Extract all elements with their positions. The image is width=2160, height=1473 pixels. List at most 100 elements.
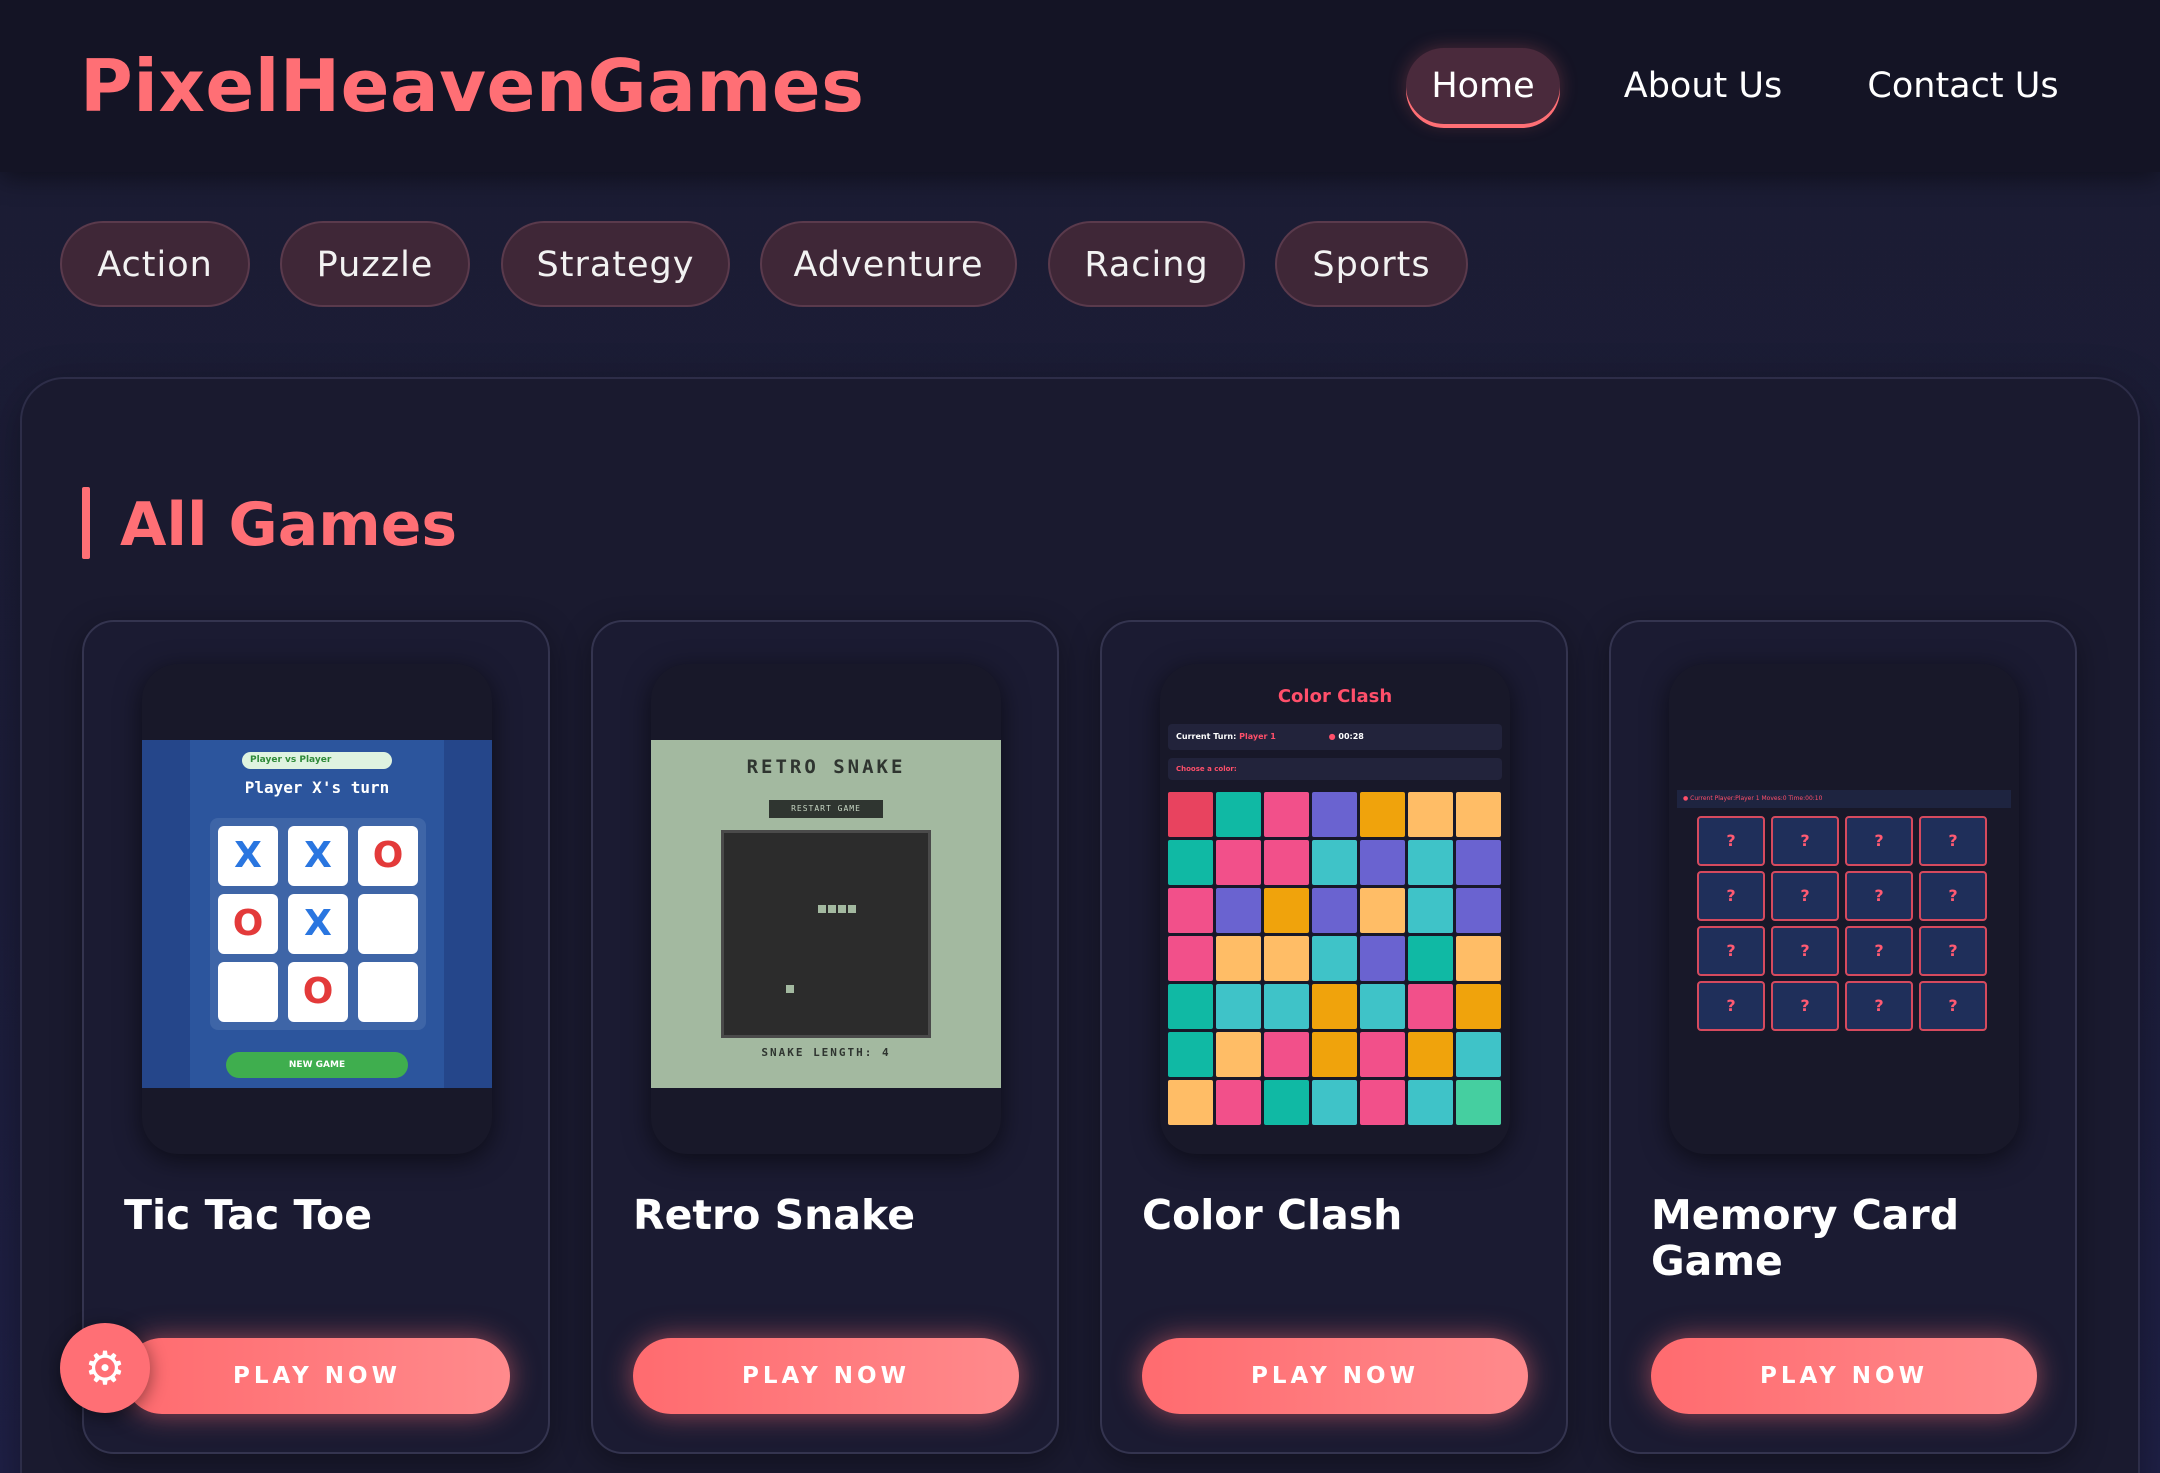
snake-food xyxy=(786,985,794,993)
color-cell xyxy=(1408,1032,1453,1077)
memory-card: ? xyxy=(1697,871,1765,921)
section-accent-bar xyxy=(82,487,90,559)
color-cell xyxy=(1312,984,1357,1029)
play-now-button[interactable]: PLAY NOW xyxy=(633,1338,1019,1414)
color-cell xyxy=(1216,1032,1261,1077)
game-title: Retro Snake xyxy=(633,1191,915,1239)
color-grid xyxy=(1168,792,1502,1128)
color-cell xyxy=(1264,792,1309,837)
memory-card: ? xyxy=(1919,816,1987,866)
color-cell xyxy=(1264,936,1309,981)
color-clash-title: Color Clash xyxy=(1277,686,1393,707)
color-cell xyxy=(1408,888,1453,933)
color-cell xyxy=(1216,792,1261,837)
settings-button[interactable]: ⚙ xyxy=(60,1323,150,1413)
color-cell xyxy=(1264,888,1309,933)
nav-home[interactable]: Home xyxy=(1406,48,1560,124)
game-thumbnail[interactable]: Player vs Player Player X's turn X X O O… xyxy=(142,664,492,1154)
ttt-cell xyxy=(218,962,278,1022)
game-card-color-clash[interactable]: Color Clash Current Turn: Player 1 ● 00:… xyxy=(1100,620,1568,1454)
snake-segment xyxy=(818,905,826,913)
color-cell xyxy=(1312,936,1357,981)
category-strategy[interactable]: Strategy xyxy=(501,221,730,307)
color-cell xyxy=(1216,984,1261,1029)
color-cell xyxy=(1360,936,1405,981)
memory-card: ? xyxy=(1919,871,1987,921)
restart-button: RESTART GAME xyxy=(769,800,883,818)
color-cell xyxy=(1168,792,1213,837)
color-cell xyxy=(1216,1080,1261,1125)
ttt-cell: X xyxy=(218,826,278,886)
game-thumbnail[interactable]: Color Clash Current Turn: Player 1 ● 00:… xyxy=(1160,664,1510,1154)
turn-player: Player 1 xyxy=(1239,732,1276,741)
color-cell xyxy=(1312,840,1357,885)
color-cell xyxy=(1216,936,1261,981)
ttt-cell xyxy=(358,962,418,1022)
game-card-memory[interactable]: ● Current Player:Player 1 Moves:0 Time:0… xyxy=(1609,620,2077,1454)
color-cell xyxy=(1168,936,1213,981)
color-cell xyxy=(1456,1080,1501,1125)
snake-segment xyxy=(838,905,846,913)
category-puzzle[interactable]: Puzzle xyxy=(280,221,470,307)
tic-tac-toe-screenshot: Player vs Player Player X's turn X X O O… xyxy=(142,740,492,1088)
memory-card: ? xyxy=(1845,871,1913,921)
color-cell xyxy=(1312,1080,1357,1125)
category-action[interactable]: Action xyxy=(60,221,250,307)
gear-icon: ⚙ xyxy=(84,1341,126,1395)
site-header: PixelHeavenGames Home About Us Contact U… xyxy=(0,0,2160,172)
memory-card: ? xyxy=(1771,926,1839,976)
color-cell xyxy=(1216,840,1261,885)
color-cell xyxy=(1360,984,1405,1029)
color-cell xyxy=(1168,984,1213,1029)
category-sports[interactable]: Sports xyxy=(1275,221,1468,307)
memory-card: ? xyxy=(1845,926,1913,976)
nav-contact-us[interactable]: Contact Us xyxy=(1856,48,2070,124)
color-cell xyxy=(1408,984,1453,1029)
game-thumbnail[interactable]: ● Current Player:Player 1 Moves:0 Time:0… xyxy=(1669,664,2019,1154)
color-cell xyxy=(1216,888,1261,933)
color-cell xyxy=(1456,792,1501,837)
choose-color-bar: Choose a color: xyxy=(1168,758,1502,780)
color-cell xyxy=(1360,840,1405,885)
color-cell xyxy=(1264,840,1309,885)
play-now-button[interactable]: PLAY NOW xyxy=(124,1338,510,1414)
timer-dot: ● xyxy=(1328,732,1336,741)
memory-card: ? xyxy=(1697,926,1765,976)
color-cell xyxy=(1408,936,1453,981)
snake-title: RETRO SNAKE xyxy=(746,756,906,778)
game-card-tic-tac-toe[interactable]: Player vs Player Player X's turn X X O O… xyxy=(82,620,550,1454)
site-logo[interactable]: PixelHeavenGames xyxy=(80,44,865,128)
ttt-board: X X O O X O xyxy=(210,818,426,1030)
ttt-cell: X xyxy=(288,826,348,886)
color-cell xyxy=(1168,840,1213,885)
category-racing[interactable]: Racing xyxy=(1048,221,1245,307)
color-cell xyxy=(1456,984,1501,1029)
color-cell xyxy=(1456,888,1501,933)
nav-about-us[interactable]: About Us xyxy=(1608,48,1798,124)
color-cell xyxy=(1456,936,1501,981)
color-cell xyxy=(1360,792,1405,837)
memory-card: ? xyxy=(1771,871,1839,921)
turn-text: Player X's turn xyxy=(244,778,390,797)
color-cell xyxy=(1408,792,1453,837)
color-cell xyxy=(1456,840,1501,885)
memory-card: ? xyxy=(1845,816,1913,866)
ttt-cell: O xyxy=(218,894,278,954)
category-adventure[interactable]: Adventure xyxy=(760,221,1017,307)
snake-segment xyxy=(828,905,836,913)
snake-field xyxy=(721,830,931,1038)
play-now-button[interactable]: PLAY NOW xyxy=(1142,1338,1528,1414)
game-card-retro-snake[interactable]: RETRO SNAKE RESTART GAME SNAKE LENGTH: 4… xyxy=(591,620,1059,1454)
color-cell xyxy=(1408,1080,1453,1125)
color-cell xyxy=(1360,1080,1405,1125)
game-thumbnail[interactable]: RETRO SNAKE RESTART GAME SNAKE LENGTH: 4 xyxy=(651,664,1001,1154)
color-cell xyxy=(1168,888,1213,933)
memory-card: ? xyxy=(1697,981,1765,1031)
snake-segment xyxy=(848,905,856,913)
timer: 00:28 xyxy=(1338,732,1364,741)
game-title: Color Clash xyxy=(1142,1191,1403,1239)
game-title: Memory Card Game xyxy=(1651,1191,1960,1285)
color-cell xyxy=(1312,1032,1357,1077)
play-now-button[interactable]: PLAY NOW xyxy=(1651,1338,2037,1414)
memory-card: ? xyxy=(1771,981,1839,1031)
